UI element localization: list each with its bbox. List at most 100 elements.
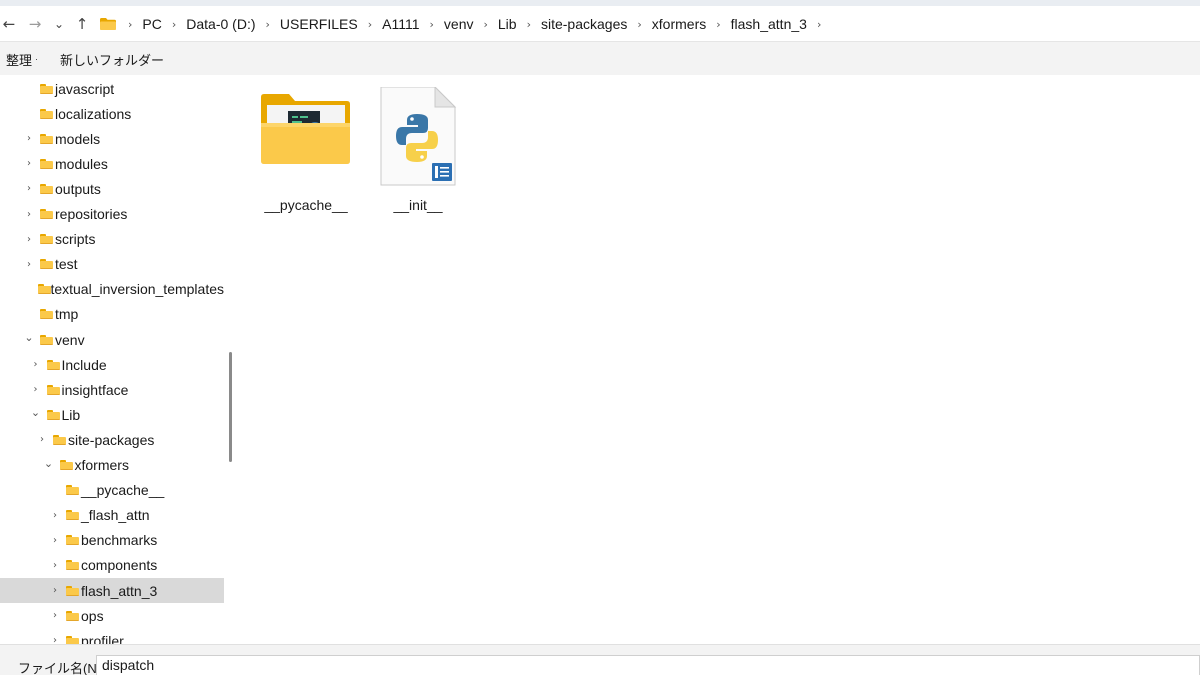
chevron-right-icon[interactable]: ›	[817, 18, 821, 31]
folder-icon	[66, 510, 79, 521]
folder-icon	[66, 535, 79, 546]
back-button[interactable]: ←	[0, 14, 18, 34]
chevron-right-icon[interactable]: ›	[50, 560, 60, 571]
command-toolbar: 整理 · 新しいフォルダー	[0, 43, 1200, 75]
tree-item-label: insightface	[61, 381, 129, 398]
python-file-icon	[380, 85, 457, 186]
folder-icon	[40, 183, 53, 194]
folder-icon	[40, 83, 53, 94]
breadcrumb-segment[interactable]: venv	[444, 16, 474, 32]
file-name-input[interactable]: dispatch	[96, 655, 1200, 675]
tree-item[interactable]: localizations	[0, 101, 224, 126]
chevron-right-icon[interactable]: ›	[31, 359, 41, 370]
tree-item[interactable]: tmp	[0, 302, 224, 327]
chevron-right-icon[interactable]: ›	[430, 18, 434, 31]
tree-item[interactable]: ⌄ venv	[0, 327, 224, 352]
organize-button[interactable]: 整理 ·	[6, 50, 38, 69]
file-item-init[interactable]: __init__	[363, 85, 473, 217]
folder-icon	[40, 158, 53, 169]
tree-item[interactable]: › flash_attn_3	[0, 578, 224, 603]
chevron-right-icon[interactable]: ›	[24, 209, 34, 220]
tree-item[interactable]: › repositories	[0, 202, 224, 227]
up-button[interactable]: ↑	[73, 14, 91, 34]
tree-item[interactable]: › ops	[0, 603, 224, 628]
tree-item[interactable]: textual_inversion_templates	[0, 277, 224, 302]
breadcrumb-segment[interactable]: Lib	[498, 16, 517, 32]
breadcrumb-segment[interactable]: xformers	[652, 16, 706, 32]
chevron-right-icon[interactable]: ›	[24, 158, 34, 169]
tree-item[interactable]: › models	[0, 126, 224, 151]
tree-item[interactable]: › profiler	[0, 628, 224, 644]
tree-item-label: scripts	[55, 231, 96, 248]
tree-item[interactable]: › _flash_attn	[0, 503, 224, 528]
breadcrumb-segment[interactable]: PC	[142, 16, 161, 32]
forward-button[interactable]: →	[26, 14, 44, 34]
chevron-right-icon[interactable]: ›	[716, 18, 720, 31]
save-dialog-window: ← → ⌄ ↑ › PC › Data-0 (D:) › USERFILES › A1111 ›…	[0, 0, 1200, 675]
breadcrumb-segment[interactable]: flash_attn_3	[731, 16, 807, 32]
chevron-right-icon[interactable]: ›	[50, 510, 60, 521]
tree-item-label: tmp	[55, 306, 79, 323]
chevron-down-icon[interactable]: ⌄	[31, 406, 41, 419]
chevron-right-icon[interactable]: ›	[24, 259, 34, 270]
tree-item[interactable]: › modules	[0, 151, 224, 176]
chevron-right-icon[interactable]: ›	[31, 384, 41, 395]
chevron-right-icon[interactable]: ›	[50, 535, 60, 546]
breadcrumb-segment[interactable]: Data-0 (D:)	[186, 16, 255, 32]
folder-icon	[46, 409, 60, 420]
navigation-tree[interactable]: javascript localizations › models › modules › o…	[0, 75, 236, 644]
chevron-right-icon[interactable]: ›	[50, 610, 60, 621]
folder-icon	[40, 108, 53, 119]
breadcrumb-segment[interactable]: A1111	[382, 16, 419, 32]
folder-icon	[40, 309, 53, 320]
folder-icon	[66, 485, 79, 496]
tree-item[interactable]: › components	[0, 553, 224, 578]
tree-item[interactable]: › scripts	[0, 227, 224, 252]
tree-item[interactable]: › outputs	[0, 176, 224, 201]
tree-item[interactable]: ⌄ xformers	[0, 453, 224, 478]
chevron-right-icon[interactable]: ›	[37, 434, 47, 445]
chevron-right-icon[interactable]: ›	[24, 133, 34, 144]
chevron-right-icon[interactable]: ›	[637, 18, 641, 31]
file-name-bar: ファイル名(N): dispatch	[0, 644, 1200, 675]
tree-item[interactable]: ⌄ Lib	[0, 402, 224, 427]
chevron-right-icon[interactable]: ›	[172, 18, 176, 31]
chevron-right-icon[interactable]: ›	[50, 585, 60, 596]
breadcrumb-segment[interactable]: site-packages	[541, 16, 627, 32]
file-name: __pycache__	[264, 197, 348, 213]
tree-item[interactable]: › test	[0, 252, 224, 277]
organize-label: 整理	[6, 52, 33, 68]
breadcrumb-segment[interactable]: USERFILES	[280, 16, 358, 32]
chevron-down-icon[interactable]: ⌄	[44, 457, 54, 470]
tree-item[interactable]: › site-packages	[0, 427, 224, 452]
tree-item-label: xformers	[74, 457, 129, 473]
tree-item[interactable]: › Include	[0, 352, 224, 377]
chevron-right-icon[interactable]: ›	[266, 18, 270, 31]
folder-icon	[66, 635, 79, 644]
chevron-right-icon[interactable]: ›	[527, 18, 531, 31]
file-list-view[interactable]: __pycache__ __init__	[236, 75, 1200, 644]
chevron-right-icon[interactable]: ›	[50, 635, 60, 644]
new-folder-button[interactable]: 新しいフォルダー	[60, 50, 164, 69]
recent-locations-button[interactable]: ⌄	[50, 14, 68, 34]
tree-item[interactable]: › insightface	[0, 377, 224, 402]
caret-down-icon: ·	[35, 54, 39, 64]
tree-item-label: Include	[61, 356, 107, 373]
file-item-pycache[interactable]: __pycache__	[251, 87, 361, 217]
tree-item-label: __pycache__	[81, 482, 165, 499]
folder-icon	[66, 610, 79, 621]
chevron-right-icon[interactable]: ›	[24, 234, 34, 245]
chevron-right-icon[interactable]: ›	[368, 18, 372, 31]
tree-item[interactable]: javascript	[0, 76, 224, 101]
tree-item-label: components	[81, 557, 158, 574]
chevron-down-icon[interactable]: ⌄	[24, 331, 34, 344]
chevron-right-icon[interactable]: ›	[24, 183, 34, 194]
tree-item[interactable]: › benchmarks	[0, 528, 224, 553]
chevron-right-icon[interactable]: ›	[483, 18, 487, 31]
chevron-right-icon[interactable]: ›	[128, 18, 132, 31]
navigation-scrollbar[interactable]	[229, 352, 232, 462]
breadcrumb[interactable]: › PC › Data-0 (D:) › USERFILES › A1111 › venv › Lib…	[100, 6, 831, 42]
folder-icon	[66, 585, 79, 596]
tree-item[interactable]: __pycache__	[0, 478, 224, 503]
arrow-left-icon: ←	[2, 15, 16, 33]
